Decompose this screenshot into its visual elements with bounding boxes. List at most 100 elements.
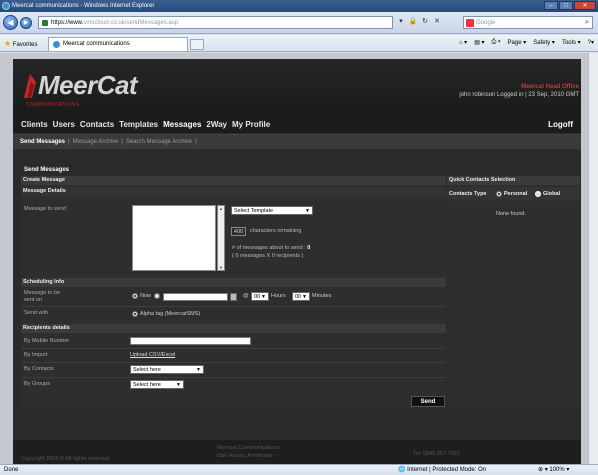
template-select-value: Select Template [234,208,274,214]
schedule-date-input[interactable] [163,293,228,301]
tab-title: Meercat communications [63,41,130,47]
template-select[interactable]: Select Template ▼ [231,206,313,215]
minutes-select[interactable]: 00 ▼ [292,292,310,301]
calendar-icon[interactable] [230,293,237,301]
refresh-icon[interactable]: ↻ [420,16,430,28]
message-textarea[interactable] [132,205,216,271]
nav-my-profile[interactable]: My Profile [232,120,270,129]
search-icon[interactable]: ⌕ [585,17,589,29]
account-info: Meercat Head Office john robinson Logged… [459,84,579,98]
back-button[interactable]: ◀ [3,15,18,30]
status-bar: Done 🌐 Internet | Protected Mode: On ⊕ ▾… [0,464,598,475]
quick-contacts-heading: Quick Contacts Selection [447,176,580,185]
by-import-label: By Import [24,352,48,358]
logo-subtitle: COMMUNICATIONS [26,102,80,108]
personal-label: Personal [504,191,528,197]
zoom-control[interactable]: ⊕ ▾ 100% ▾ [538,465,569,475]
message-details-bar: Message Details [21,187,446,196]
feeds-icon[interactable]: ▤ ▾ [474,39,484,46]
textarea-scrollbar[interactable] [217,205,225,271]
upload-csv-link[interactable]: Upload CSV/Excel [130,352,175,358]
minimize-button[interactable]: – [544,1,558,10]
tools-menu[interactable]: Tools ▾ [562,39,581,46]
forward-button[interactable]: ▶ [20,17,32,29]
row-divider [21,377,446,378]
stop-icon[interactable]: ✕ [432,16,442,28]
zoom-level: 100% [549,467,565,473]
subnav-sep: | [195,139,197,145]
address-input[interactable]: https://www.smscloud.co.uk/sendMessages.… [38,16,393,29]
lock-status-icon[interactable]: 🔒 [408,16,418,28]
nav-messages[interactable]: Messages [163,120,201,129]
address-prefix: https://www. [51,20,84,26]
command-bar: ⌂ ▾ ▤ ▾ ⎙ ▾ Page ▾ Safety ▾ Tools ▾ ?▾ [459,39,594,46]
page-heading: Send Messages [24,167,70,173]
mobile-number-input[interactable] [130,337,251,345]
contacts-type-label: Contacts Type [449,191,487,197]
nav-2way[interactable]: 2Way [206,120,227,129]
page-menu[interactable]: Page ▾ [508,39,527,46]
address-icons: ▾ 🔒 ↻ ✕ [396,16,442,28]
now-label: Now [140,293,152,299]
global-label: Global [543,191,561,197]
subnav-message-archive[interactable]: Message Archive [73,139,119,145]
hours-value: 00 [254,294,261,300]
logo[interactable]: MeerCat COMMUNICATIONS [20,70,170,116]
nav-contacts[interactable]: Contacts [80,120,114,129]
schedule-radio[interactable] [154,293,160,299]
scheduling-info-bar: Scheduling Info [21,278,446,287]
window-titlebar: Meercat communications - Windows Interne… [0,0,598,12]
page-scrollbar[interactable] [588,53,598,464]
security-zone-label: Internet | Protected Mode: On [407,467,487,473]
lock-icon [42,20,48,26]
contacts-select-value: Select here [133,367,161,373]
google-icon [466,19,474,27]
by-groups-label: By Groups [24,381,50,387]
chevron-down-icon: ▼ [305,208,310,214]
personal-radio[interactable] [496,191,502,197]
subnav-sep: | [68,139,70,145]
logo-text: MeerCat [38,70,138,100]
search-input[interactable]: Google ⌕ [463,16,593,29]
favorites-label: Favorites [12,42,38,48]
hours-select[interactable]: 00 ▼ [251,292,269,301]
globe-icon: 🌐 [398,467,406,473]
global-radio[interactable] [535,191,541,197]
close-button[interactable]: ✕ [574,1,596,10]
safety-menu[interactable]: Safety ▾ [533,39,555,46]
maximize-button[interactable]: □ [559,1,573,10]
subnav-send-messages[interactable]: Send Messages [20,139,65,145]
nav-templates[interactable]: Templates [119,120,158,129]
subnav-search-archive[interactable]: Search Message Archive [126,139,192,145]
dropdown-icon[interactable]: ▾ [396,16,406,28]
site-footer: Copyright 2004 © All rights reserved Mee… [13,440,581,464]
by-mobile-label: By Mobile Number [24,338,70,344]
home-icon[interactable]: ⌂ ▾ [459,39,467,46]
ie-icon [2,2,10,10]
now-radio[interactable] [132,293,138,299]
chevron-down-icon: ▼ [196,367,201,373]
company-name: Meercat Communications [217,445,280,451]
chevron-down-icon: ▼ [261,294,266,300]
alpha-tag-radio[interactable] [132,311,138,317]
nav-clients[interactable]: Clients [21,120,48,129]
logoff-link[interactable]: Logoff [548,120,573,129]
send-button[interactable]: Send [411,396,445,407]
minutes-label: Minutes [312,293,332,299]
favorites-button[interactable]: ★ Favorites [4,39,38,48]
contacts-select[interactable]: Select here ▼ [130,365,204,374]
browser-tab[interactable]: Meercat communications [48,37,188,51]
new-tab-button[interactable] [190,39,204,50]
at-label: @ [243,293,249,299]
alpha-tag-label: Alpha tag (MeercatSMS) [140,311,201,317]
chars-remaining-label: characters remaining [250,228,302,234]
groups-select[interactable]: Select here ▼ [130,380,184,389]
user-login-line: john robinson Logged in | 23 Sep, 2010 G… [459,92,579,98]
help-icon[interactable]: ?▾ [588,39,594,46]
nav-users[interactable]: Users [53,120,75,129]
office-name: Meercat Head Office [521,84,579,90]
page-icon [53,41,60,48]
chevron-down-icon: ▼ [176,382,181,388]
print-icon[interactable]: ⎙ ▾ [492,39,501,46]
security-zone[interactable]: 🌐 Internet | Protected Mode: On [398,465,486,475]
